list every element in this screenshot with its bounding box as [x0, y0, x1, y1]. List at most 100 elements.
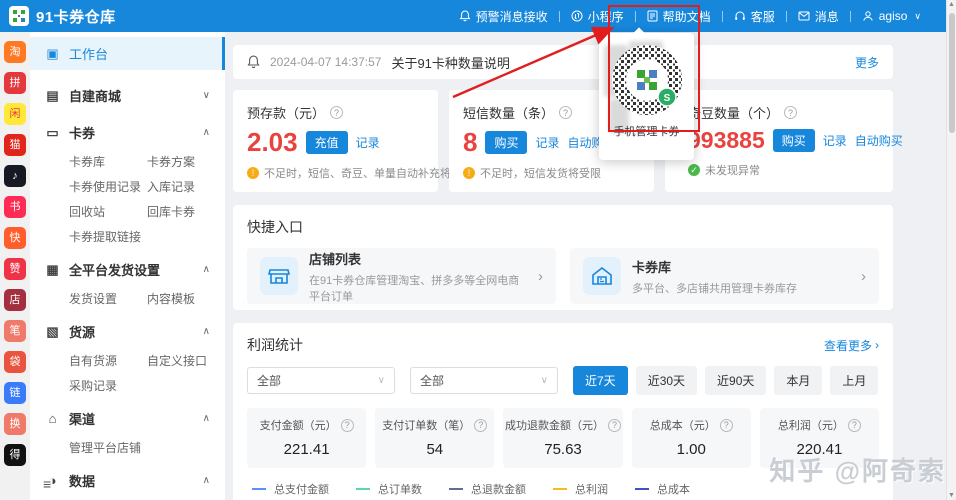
notice-bar[interactable]: 2024-04-07 14:37:57 关于91卡种数量说明 更多 — [233, 45, 893, 79]
help-icon[interactable]: ? — [474, 419, 487, 432]
sidebar-group-label: 数据 — [69, 471, 95, 490]
scrollbar-down-arrow[interactable]: ▼ — [947, 492, 956, 499]
tab-last-30-days[interactable]: 近30天 — [636, 366, 697, 395]
chevron-up-icon: ∧ — [203, 326, 210, 337]
notice-title[interactable]: 关于91卡种数量说明 — [391, 53, 509, 72]
quick-card-coupon-库[interactable]: 卡券库 多平台、多店铺共用管理卡券库存 › — [570, 248, 879, 304]
nav-alert-receive[interactable]: 预警消息接收 — [448, 8, 559, 25]
bean-records-link[interactable]: 记录 — [823, 132, 847, 149]
sidebar-item-recycle-bin[interactable]: 回收站 — [69, 203, 147, 220]
sidebar-group-label: 卡券 — [69, 123, 95, 142]
select-value: 全部 — [420, 372, 444, 389]
sidebar-group-supply[interactable]: ▧ 货源 ∧ — [30, 315, 225, 348]
legend-dash — [635, 488, 649, 490]
sidebar-group-shipping[interactable]: ▦ 全平台发货设置 ∧ — [30, 253, 225, 286]
legend-dash — [356, 488, 370, 490]
legend-total-pay[interactable]: 总支付金额 — [252, 481, 329, 497]
platform-icon-xianyu[interactable]: 闲 — [4, 103, 26, 125]
sidebar-item-manage-shops[interactable]: 管理平台店铺 — [69, 439, 141, 456]
platform-icon-link[interactable]: 链 — [4, 382, 26, 404]
sidebar-item-inbound-records[interactable]: 入库记录 — [147, 178, 225, 195]
quick-card-shop-list[interactable]: 店铺列表 在91卡券仓库管理淘宝、拼多多等全网电商平台订单 › — [247, 248, 556, 304]
sidebar-item-usage-records[interactable]: 卡券使用记录 — [69, 178, 147, 195]
platform-icon-dewu[interactable]: 得 — [4, 444, 26, 466]
deposit-records-link[interactable]: 记录 — [356, 134, 380, 151]
bell-icon — [247, 55, 260, 69]
sidebar-group-label: 货源 — [69, 322, 95, 341]
bean-buy-button[interactable]: 购买 — [773, 129, 815, 152]
platform-icon-pinduoduo[interactable]: 拼 — [4, 72, 26, 94]
sidebar-item-purchase-records[interactable]: 采购记录 — [69, 377, 147, 394]
sms-card-title: 短信数量（条） — [463, 103, 554, 122]
document-icon — [647, 10, 658, 22]
notice-more-link[interactable]: 更多 — [855, 54, 879, 71]
legend-total-refund[interactable]: 总退款金额 — [449, 481, 526, 497]
sms-warning-text: 不足时，短信发货将受限 — [480, 165, 601, 181]
legend-total-orders[interactable]: 总订单数 — [356, 481, 422, 497]
platform-icon-tmall[interactable]: 猫 — [4, 134, 26, 156]
legend-total-cost[interactable]: 总成本 — [635, 481, 690, 497]
platform-icon-weidian[interactable]: 店 — [4, 289, 26, 311]
sidebar-item-content-template[interactable]: 内容模板 — [147, 290, 225, 307]
platform-icon-douyin[interactable]: ♪ — [4, 165, 26, 187]
view-more-link[interactable]: 查看更多 › — [824, 337, 879, 354]
sidebar-item-coupon-方案[interactable]: 卡券方案 — [147, 153, 225, 170]
help-icon[interactable]: ? — [720, 419, 733, 432]
bean-autobuy-link[interactable]: 自动购买 — [855, 132, 903, 149]
platform-icon-diantao[interactable]: 赞 — [4, 258, 26, 280]
sms-records-link[interactable]: 记录 — [535, 134, 559, 151]
tab-last-90-days[interactable]: 近90天 — [705, 366, 766, 395]
filter-select-1[interactable]: 全部 ∨ — [247, 367, 395, 394]
tab-this-month[interactable]: 本月 — [774, 366, 822, 395]
sidebar-item-coupon-库[interactable]: 卡券库 — [69, 153, 147, 170]
chevron-up-icon: ∧ — [203, 413, 210, 424]
sidebar-item-own-supply[interactable]: 自有货源 — [69, 352, 147, 369]
tab-last-month[interactable]: 上月 — [830, 366, 878, 395]
nav-messages[interactable]: 消息 — [787, 8, 850, 25]
sidebar-group-coupon[interactable]: ▭ 卡券 ∧ — [30, 116, 225, 149]
platform-icon-taobao[interactable]: 淘 — [4, 41, 26, 63]
scrollbar[interactable]: ▲ ▼ — [946, 0, 956, 500]
sidebar-item-ship-settings[interactable]: 发货设置 — [69, 290, 147, 307]
recharge-button[interactable]: 充值 — [306, 131, 348, 154]
sidebar-item-returned-coupons[interactable]: 回库卡券 — [147, 203, 225, 220]
quick-card-title: 卡券库 — [632, 257, 797, 276]
tab-last-7-days[interactable]: 近7天 — [573, 366, 628, 395]
nav-help-docs[interactable]: 帮助文档 — [636, 8, 722, 25]
scrollbar-thumb[interactable] — [949, 13, 955, 133]
sidebar-item-extract-link[interactable]: 卡券提取链接 — [69, 228, 147, 245]
sidebar-subrow: 发货设置 内容模板 — [30, 286, 225, 311]
stat-total-cost: 总成本（元）? 1.00 — [632, 408, 751, 468]
help-icon[interactable]: ? — [330, 106, 343, 119]
chevron-right-icon: › — [875, 338, 879, 352]
sidebar-group-mall[interactable]: ▤ 自建商城 ∨ — [30, 79, 225, 112]
platform-icon-bag[interactable]: 袋 — [4, 351, 26, 373]
nav-miniprogram[interactable]: 小程序 — [560, 8, 635, 25]
platform-icon-xiaohongshu[interactable]: 书 — [4, 196, 26, 218]
help-icon[interactable]: ? — [608, 419, 621, 432]
app-logo: 91卡券仓库 — [0, 6, 218, 27]
platform-icon-kuaishou[interactable]: 快 — [4, 227, 26, 249]
sms-buy-button[interactable]: 购买 — [485, 131, 527, 154]
platform-icon-note[interactable]: 笔 — [4, 320, 26, 342]
filter-select-2[interactable]: 全部 ∨ — [410, 367, 558, 394]
sidebar-collapse-button[interactable]: ≡ — [43, 476, 51, 492]
sidebar-group-channel[interactable]: ⌂ 渠道 ∧ — [30, 402, 225, 435]
sidebar-item-custom-api[interactable]: 自定义接口 — [147, 352, 225, 369]
sidebar-group-data[interactable]: ◑ 数据 ∧ — [30, 464, 225, 497]
scrollbar-up-arrow[interactable]: ▲ — [947, 1, 956, 8]
miniprogram-qr-code: S — [609, 42, 685, 121]
help-icon[interactable]: ? — [848, 419, 861, 432]
help-icon[interactable]: ? — [559, 106, 572, 119]
nav-customer-service[interactable]: 客服 — [723, 8, 786, 25]
quick-entry-title: 快捷入口 — [247, 217, 879, 237]
legend-total-profit[interactable]: 总利润 — [553, 481, 608, 497]
header-nav: 预警消息接收 小程序 帮助文档 客服 消息 agiso ∨ — [448, 8, 948, 25]
chevron-right-icon: › — [861, 268, 866, 285]
help-icon[interactable]: ? — [784, 106, 797, 119]
sidebar-item-workbench[interactable]: ▣ 工作台 — [30, 37, 225, 70]
nav-user-menu[interactable]: agiso ∨ — [851, 9, 932, 23]
platform-icon-sync[interactable]: 换 — [4, 413, 26, 435]
help-icon[interactable]: ? — [341, 419, 354, 432]
stat-order-count: 支付订单数（笔）? 54 — [375, 408, 494, 468]
